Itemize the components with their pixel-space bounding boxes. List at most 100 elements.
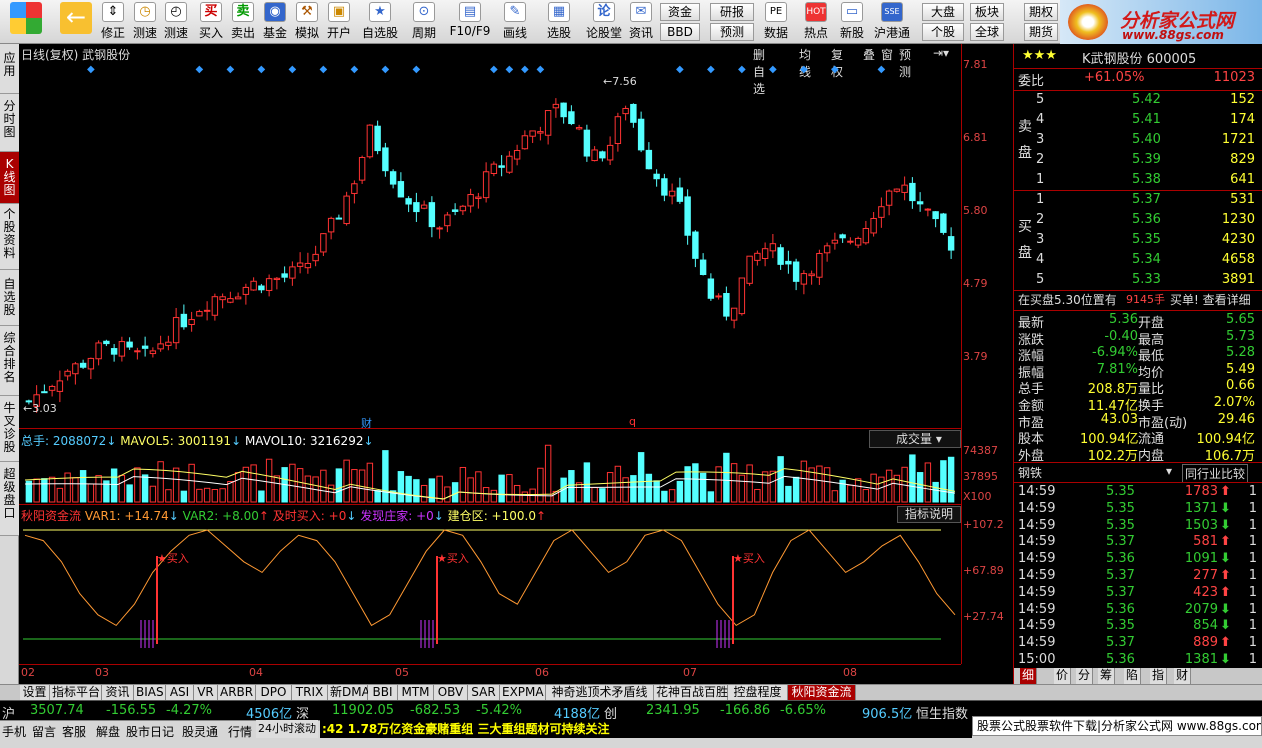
rolling-news-label[interactable]: 24小时滚动 [256, 720, 318, 738]
book-row[interactable]: 2 5.39 829 [1014, 152, 1262, 172]
bbd-button[interactable]: BBD [660, 23, 700, 41]
event-diamond-icon[interactable]: ◆ [521, 64, 529, 75]
indicator-tab-1[interactable]: 指标平台 [50, 685, 102, 701]
open-account-button[interactable]: ▣ 开户 [324, 2, 354, 42]
event-diamond-icon[interactable]: ◆ [506, 64, 514, 75]
forum-button[interactable]: 论论股堂 [584, 2, 624, 42]
ipo-button[interactable]: ▭ 新股 [836, 2, 868, 42]
service-link[interactable]: 客服 [62, 723, 86, 740]
industry-menu-icon[interactable]: ▾ [1166, 464, 1172, 478]
quote-tab-0[interactable]: 细 [1020, 668, 1038, 684]
nav-left-icon[interactable]: ◀ ▶ [966, 669, 985, 680]
event-diamond-icon[interactable]: ◆ [769, 64, 777, 75]
indicator-tab-7[interactable]: DPO [256, 685, 292, 701]
left-tab-watchlist[interactable]: 自选股 [0, 270, 19, 326]
indicator-help-button[interactable]: 指标说明 [897, 506, 961, 523]
draw-button[interactable]: ✎ 画线 [498, 2, 532, 42]
sector-button[interactable]: 板块 [970, 3, 1004, 21]
indicator-tab-15[interactable]: 神奇逃顶术矛盾线 [546, 685, 654, 701]
indicator-tab-18[interactable]: 秋阳资金流 [788, 685, 856, 701]
peer-compare-button[interactable]: 同行业比较 [1182, 464, 1249, 483]
event-diamond-icon[interactable]: ◆ [382, 64, 390, 75]
book-row[interactable]: 3 5.40 1721 [1014, 132, 1262, 152]
book-row[interactable]: 3 5.35 4230 [1014, 232, 1262, 252]
left-tab-super-depth[interactable]: 超级盘口 [0, 462, 19, 536]
ad-banner[interactable]: 股票公式股票软件下载|分析家公式网 www.88gs.com [972, 716, 1262, 736]
event-diamond-icon[interactable]: ◆ [413, 64, 421, 75]
indicator-tab-11[interactable]: MTM [398, 685, 434, 701]
indicator-tab-0[interactable]: 设置 [20, 685, 50, 701]
event-diamond-icon[interactable]: ◆ [227, 64, 235, 75]
event-diamond-icon[interactable]: ◆ [676, 64, 684, 75]
market-button[interactable]: 大盘 [922, 3, 964, 21]
event-diamond-icon[interactable]: ◆ [490, 64, 498, 75]
f10-button[interactable]: ▤ F10/F9 [448, 2, 492, 42]
quote-tab-1[interactable]: 价 [1054, 668, 1072, 684]
event-diamond-icon[interactable]: ◆ [707, 64, 715, 75]
volume-selector[interactable]: 成交量 ▾ [869, 430, 961, 448]
left-tab-kline[interactable]: K线图 [0, 152, 19, 204]
left-tab-ranking[interactable]: 综合排名 [0, 326, 19, 396]
stock-button[interactable]: 个股 [922, 23, 964, 41]
indicator-tab-5[interactable]: VR [194, 685, 218, 701]
forecast-button[interactable]: 预测 [710, 23, 754, 41]
market-link[interactable]: 行情 [228, 723, 252, 740]
indicator-tab-13[interactable]: SAR [468, 685, 500, 701]
start-button[interactable] [6, 2, 46, 42]
data-button[interactable]: PE 数据 [760, 2, 792, 42]
left-tab-diagnosis[interactable]: 牛叉诊股 [0, 396, 19, 462]
left-tab-profile[interactable]: 个股资料 [0, 204, 19, 270]
indicator-tab-16[interactable]: 花神百战百胜 [654, 685, 728, 701]
hot-button[interactable]: HOT 热点 [800, 2, 832, 42]
indicator-tab-9[interactable]: 新DMA [328, 685, 370, 701]
event-diamond-icon[interactable]: ◆ [289, 64, 297, 75]
indicator-tab-8[interactable]: TRIX [292, 685, 328, 701]
stock-alert-link[interactable]: 股灵通 [182, 723, 218, 740]
indicator-tab-6[interactable]: ARBR [218, 685, 256, 701]
event-diamond-icon[interactable]: ◆ [800, 64, 808, 75]
back-button[interactable]: ← [56, 2, 96, 42]
quote-tab-4[interactable]: 陷 [1124, 668, 1142, 684]
indicator-tab-3[interactable]: BIAS [134, 685, 166, 701]
event-diamond-icon[interactable]: ◆ [320, 64, 328, 75]
select-stock-button[interactable]: ▦ 选股 [542, 2, 576, 42]
book-row[interactable]: 5 5.33 3891 [1014, 272, 1262, 292]
hk-connect-button[interactable]: SSE 沪港通 [872, 2, 912, 42]
left-tab-intraday[interactable]: 分时图 [0, 94, 19, 152]
book-row[interactable]: 2 5.36 1230 [1014, 212, 1262, 232]
simulate-button[interactable]: ⚒ 模拟 [292, 2, 322, 42]
watchlist-button[interactable]: ★ 自选股 [360, 2, 400, 42]
book-row[interactable]: 5 5.42 152 [1014, 92, 1262, 112]
message-link[interactable]: 留言 [32, 723, 56, 740]
sell-button[interactable]: 卖卖出 [228, 2, 258, 42]
quote-tab-3[interactable]: 筹 [1098, 668, 1116, 684]
toolbar-btn-2[interactable]: ⇕ 修正 [100, 2, 126, 42]
quote-tab-6[interactable]: 财 [1174, 668, 1192, 684]
book-row[interactable]: 4 5.34 4658 [1014, 252, 1262, 272]
book-row[interactable]: 1 5.38 641 [1014, 172, 1262, 192]
research-button[interactable]: 研报 [710, 3, 754, 21]
indicator-tab-14[interactable]: EXPMA [500, 685, 546, 701]
event-diamond-icon[interactable]: ◆ [831, 64, 839, 75]
futures-button[interactable]: 期货 [1024, 23, 1058, 41]
event-diamond-icon[interactable]: ◆ [87, 64, 95, 75]
order-notice-row[interactable]: 在买盘5.30位置有 9145手 买单! 查看详细 [1014, 291, 1262, 311]
event-diamond-icon[interactable]: ◆ [196, 64, 204, 75]
news-ticker[interactable]: :42 1.78万亿资金豪赌重组 三大重组题材可持续关注 [320, 720, 972, 738]
news-button[interactable]: ✉ 资讯 [626, 2, 656, 42]
book-row[interactable]: 4 5.41 174 [1014, 112, 1262, 132]
mobile-link[interactable]: 手机 [2, 723, 26, 740]
toolbar-btn-3b[interactable]: ◴ 测速 [162, 2, 190, 42]
analysis-link[interactable]: 解盘 [96, 723, 120, 740]
period-button[interactable]: ⊙ 周期 [406, 2, 442, 42]
diary-link[interactable]: 股市日记 [126, 723, 174, 740]
event-diamond-icon[interactable]: ◆ [878, 64, 886, 75]
left-tab-app[interactable]: 应用 [0, 44, 19, 94]
capital-button[interactable]: 资金 [660, 3, 700, 21]
event-diamond-icon[interactable]: ◆ [738, 64, 746, 75]
event-diamond-icon[interactable]: ◆ [258, 64, 266, 75]
event-diamond-icon[interactable]: ◆ [351, 64, 359, 75]
indicator-tab-17[interactable]: 控盘程度 [728, 685, 788, 701]
indicator-tab-4[interactable]: ASI [166, 685, 194, 701]
buy-button[interactable]: 买买入 [196, 2, 226, 42]
